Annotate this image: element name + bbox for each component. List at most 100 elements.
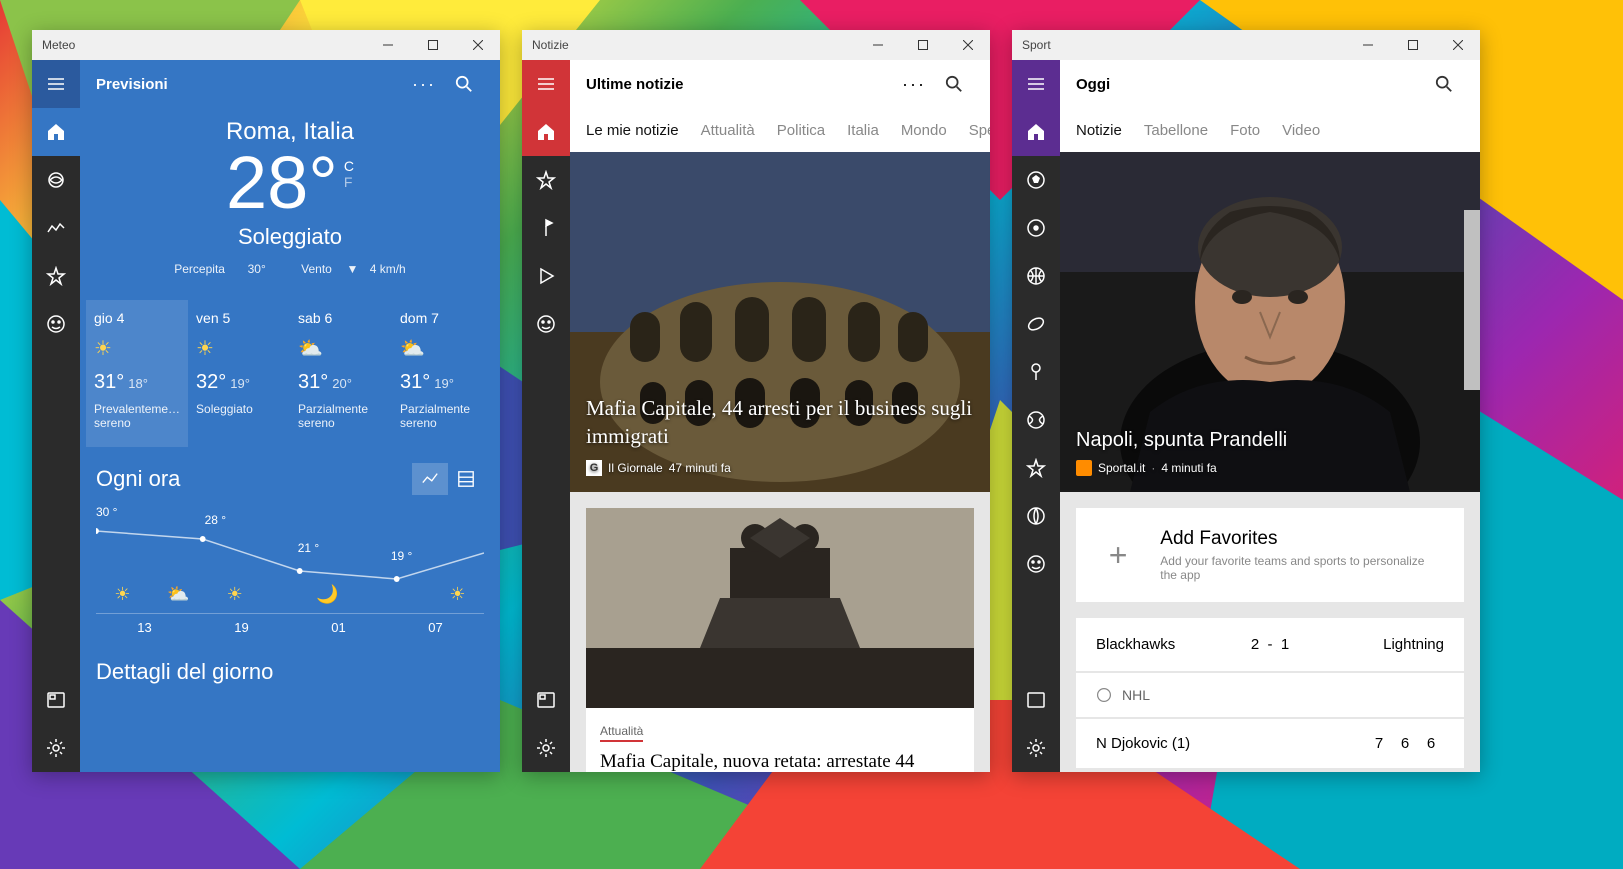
sidebar-motorsport-icon[interactable] [1012,204,1060,252]
sun-icon: ☀ [227,584,243,605]
news-tabs: Le mie notizie Attualità Politica Italia… [570,108,990,152]
sidebar-history[interactable] [32,204,80,252]
sidebar-home[interactable] [32,108,80,156]
sidebar-golf-icon[interactable] [1012,348,1060,396]
minimize-button[interactable] [1345,30,1390,60]
unit-fahrenheit[interactable]: F [344,174,354,190]
card-headline: Mafia Capitale, nuova retata: arrestate … [600,750,960,772]
news-hero-article[interactable]: Mafia Capitale, 44 arresti per il busine… [570,152,990,492]
search-button[interactable] [934,60,974,108]
sun-icon: ☀ [94,336,180,361]
partly-cloudy-icon: ⛅ [400,336,486,361]
sidebar-news-icon[interactable] [32,676,80,724]
sport-tabs: Notizie Tabellone Foto Video [1060,108,1480,152]
sidebar-home[interactable] [1012,108,1060,156]
sidebar-settings[interactable] [32,724,80,772]
forecast-day[interactable]: dom 7 ⛅ 31°19° Parzialmente sereno [392,300,494,447]
tab-italy[interactable]: Italia [847,122,879,139]
hero-time: 4 minuti fa [1161,461,1216,475]
tab-politics[interactable]: Politica [777,122,825,139]
hamburger-button[interactable] [32,60,80,108]
add-favorites-card[interactable]: + Add Favorites Add your favorite teams … [1076,508,1464,602]
sidebar-news-icon[interactable] [1012,676,1060,724]
news-card[interactable]: Attualità Mafia Capitale, nuova retata: … [586,508,974,772]
sidebar-settings[interactable] [522,724,570,772]
sport-page-title: Oggi [1076,76,1424,93]
wind: Vento ▼ 4 km/h [293,262,414,276]
hamburger-button[interactable] [1012,60,1060,108]
sidebar-home[interactable] [522,108,570,156]
sport-hero-headline: Napoli, spunta Prandelli [1076,429,1287,452]
sidebar-local[interactable] [522,204,570,252]
news-page-title: Ultime notizie [586,76,894,93]
weather-window-title: Meteo [42,38,365,52]
favorites-subtitle: Add your favorite teams and sports to pe… [1160,554,1444,582]
league-row[interactable]: NHL [1076,673,1464,717]
weather-page-title: Previsioni [96,76,404,93]
maximize-button[interactable] [410,30,455,60]
tab-news[interactable]: Notizie [1076,122,1122,139]
sidebar-feedback[interactable] [1012,540,1060,588]
hamburger-button[interactable] [522,60,570,108]
sidebar-favorites[interactable] [32,252,80,300]
unit-celsius[interactable]: C [344,158,354,174]
sidebar-basketball-icon[interactable] [1012,252,1060,300]
details-title: Dettagli del giorno [80,651,500,693]
tab-video[interactable]: Video [1282,122,1320,139]
team-1: Blackhawks [1096,636,1235,653]
sidebar-football-icon[interactable] [1012,156,1060,204]
score-row[interactable]: Blackhawks 2 - 1 Lightning [1076,618,1464,671]
minimize-button[interactable] [365,30,410,60]
sidebar-favorites[interactable] [1012,444,1060,492]
sidebar-interests[interactable] [522,156,570,204]
moon-icon: 🌙 [316,584,338,605]
sidebar-feedback[interactable] [32,300,80,348]
monument-image [586,508,974,708]
plus-icon: + [1096,531,1140,579]
close-button[interactable] [455,30,500,60]
list-view-button[interactable] [448,463,484,495]
search-button[interactable] [1424,60,1464,108]
sport-sidebar [1012,60,1060,772]
sidebar-video[interactable] [522,252,570,300]
partly-cloudy-icon: ⛅ [167,584,189,605]
hero-source: Il Giornale [608,461,663,475]
hero-time: 47 minuti fa [669,461,731,475]
sidebar-feedback[interactable] [522,300,570,348]
sidebar-tennis-icon[interactable] [1012,396,1060,444]
tab-my-news[interactable]: Le mie notizie [586,122,679,139]
feels-like: Percepita 30° [166,262,274,276]
player-name: N Djokovic (1) [1096,735,1366,752]
search-button[interactable] [444,60,484,108]
more-button[interactable]: ··· [404,60,444,108]
maximize-button[interactable] [1390,30,1435,60]
sidebar-rugby-icon[interactable] [1012,300,1060,348]
forecast-day[interactable]: sab 6 ⛅ 31°20° Parzialmente sereno [290,300,392,447]
tab-scoreboard[interactable]: Tabellone [1144,122,1208,139]
sidebar-news-icon[interactable] [522,676,570,724]
more-button[interactable]: ··· [894,60,934,108]
sidebar-settings[interactable] [1012,724,1060,772]
tab-current[interactable]: Attualità [701,122,755,139]
tennis-row[interactable]: N Djokovic (1) 7 6 6 [1076,719,1464,768]
sport-titlebar: Sport [1012,30,1480,60]
forecast-day[interactable]: ven 5 ☀ 32°19° Soleggiato [188,300,290,447]
sidebar-maps[interactable] [32,156,80,204]
close-button[interactable] [945,30,990,60]
sport-hero-article[interactable]: Napoli, spunta Prandelli Sportal.it · 4 … [1060,152,1480,492]
sport-window: Sport Oggi Notizie [1012,30,1480,772]
tab-entertainment[interactable]: Spettacolo [969,122,990,139]
close-button[interactable] [1435,30,1480,60]
minimize-button[interactable] [855,30,900,60]
tab-world[interactable]: Mondo [901,122,947,139]
source-badge: G [586,460,602,476]
sidebar-more-sports-icon[interactable] [1012,492,1060,540]
tab-photo[interactable]: Foto [1230,122,1260,139]
maximize-button[interactable] [900,30,945,60]
chart-view-button[interactable] [412,463,448,495]
forecast-day[interactable]: gio 4 ☀ 31°18° Prevalenteme…sereno [86,300,188,447]
hero-headline: Mafia Capitale, 44 arresti per il busine… [586,395,974,450]
scrollbar-thumb[interactable] [1464,210,1480,390]
sun-icon: ☀ [196,336,282,361]
news-window-title: Notizie [532,38,855,52]
